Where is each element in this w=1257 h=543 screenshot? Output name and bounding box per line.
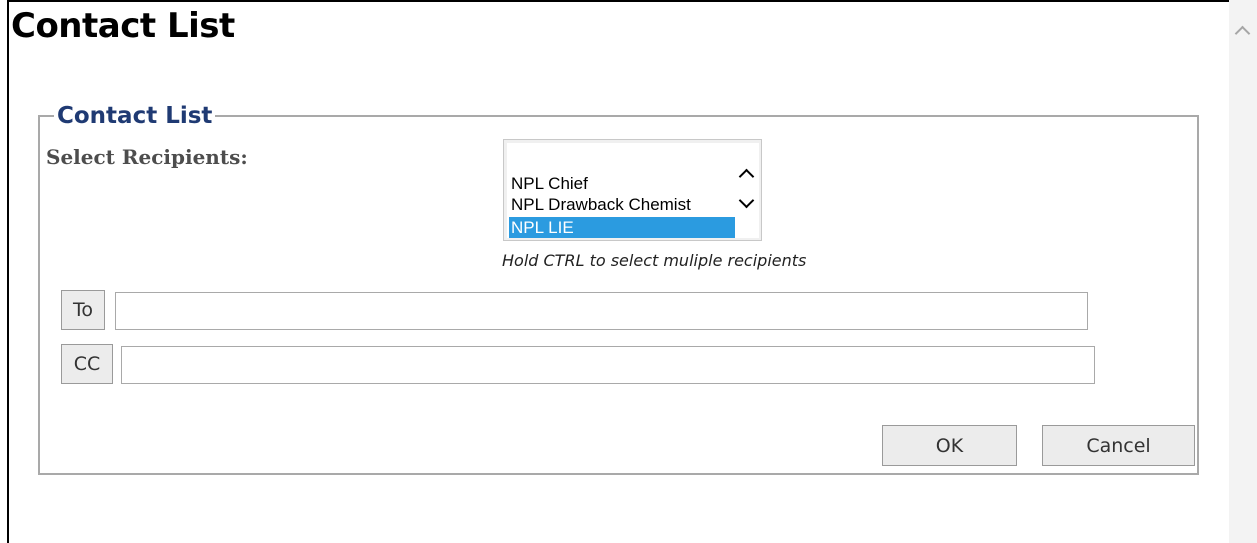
chevron-down-icon[interactable] [738, 192, 755, 209]
recipient-option[interactable]: NPL Drawback Chemist [509, 194, 735, 215]
to-field[interactable] [115, 292, 1088, 330]
chevron-up-icon[interactable] [738, 168, 755, 185]
cancel-button[interactable]: Cancel [1042, 425, 1195, 466]
chevron-up-icon[interactable] [1234, 25, 1251, 42]
multi-select-hint: Hold CTRL to select muliple recipients [502, 251, 807, 270]
page-scrollbar[interactable] [1229, 0, 1257, 543]
to-button[interactable]: To [61, 290, 105, 330]
ok-button[interactable]: OK [882, 425, 1017, 466]
select-recipients-label: Select Recipients: [46, 145, 248, 169]
recipient-option[interactable]: NPL Chief [509, 173, 735, 194]
cc-field[interactable] [121, 346, 1095, 384]
page-title: Contact List [11, 6, 235, 46]
listbox-scrollbar[interactable] [736, 143, 759, 238]
cc-button[interactable]: CC [61, 344, 113, 384]
panel-legend: Contact List [57, 103, 213, 129]
recipient-option-selected[interactable]: NPL LIE [509, 217, 735, 238]
recipients-listbox[interactable]: NPL Chief NPL Drawback Chemist NPL LIE [503, 139, 762, 241]
recipients-listbox-viewport: NPL Chief NPL Drawback Chemist NPL LIE [507, 143, 759, 238]
